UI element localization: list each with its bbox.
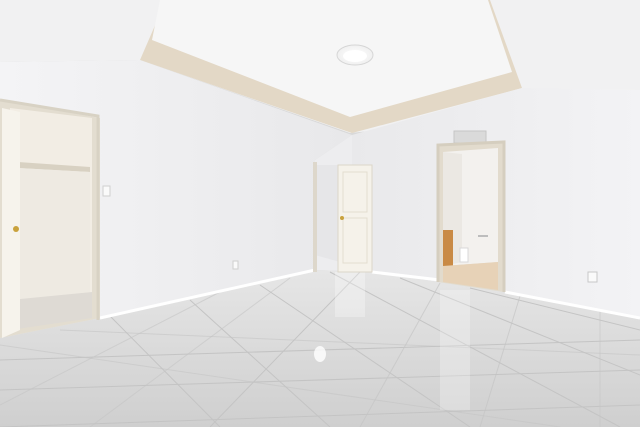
- wall-outlet: [232, 260, 239, 270]
- room-illustration: [0, 0, 640, 427]
- wall-outlet: [587, 271, 598, 283]
- closet-inner-wall: [18, 168, 90, 300]
- bathroom-doorway: [436, 140, 506, 292]
- door-frame: [313, 162, 317, 272]
- toilet: [459, 247, 469, 263]
- wall-vent: [453, 130, 487, 144]
- floor-reflection: [314, 346, 326, 362]
- towel-bar: [478, 235, 488, 237]
- door-knob: [13, 226, 19, 232]
- hallway-doorway: [313, 162, 373, 273]
- light-switch: [102, 185, 111, 197]
- floor-reflection: [335, 272, 365, 317]
- closet-door-panel: [2, 108, 20, 338]
- bathroom-vanity-cabinet: [443, 230, 453, 266]
- closet-doorway: [0, 98, 100, 338]
- door-knob: [340, 216, 344, 220]
- room-photo: [0, 0, 640, 427]
- floor-reflection: [440, 290, 470, 410]
